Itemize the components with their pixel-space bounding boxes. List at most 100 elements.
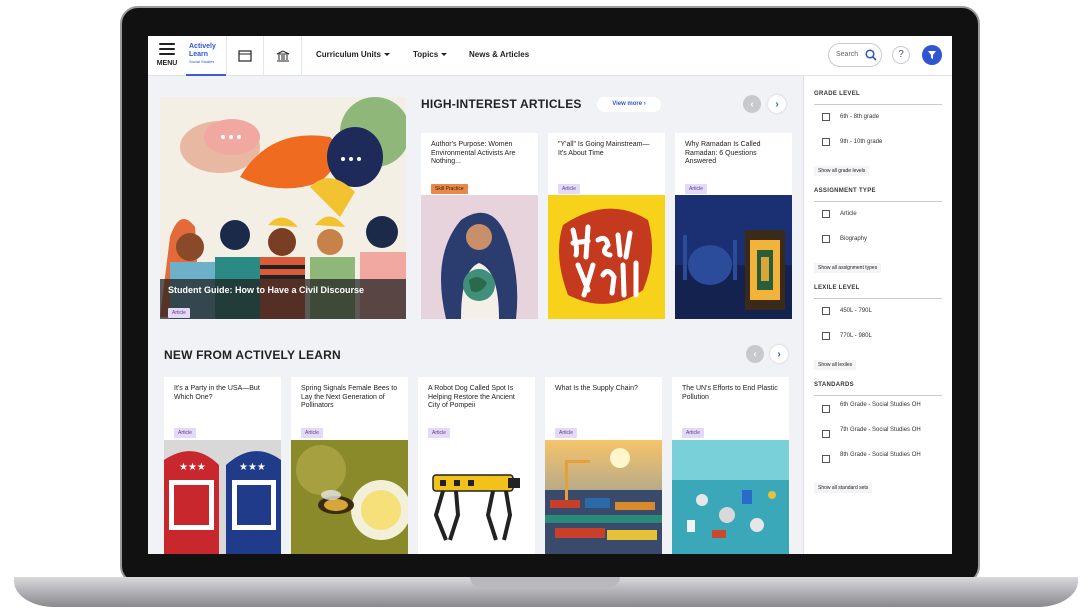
card-image <box>675 195 792 319</box>
nav-topics-label: Topics <box>413 50 439 59</box>
assignment-type-heading: ASSIGNMENT TYPE <box>814 188 876 194</box>
grade-checkbox-1[interactable] <box>822 113 830 121</box>
museum-icon <box>276 50 289 62</box>
new-from-prev-button[interactable]: ‹ <box>746 345 764 363</box>
card-tag: Article <box>428 428 450 438</box>
lexile-option-2[interactable]: 770L - 980L <box>840 333 872 339</box>
card-tag: Article <box>174 428 196 438</box>
help-button[interactable]: ? <box>892 46 910 64</box>
caret-down-icon <box>383 53 390 57</box>
app-screen: MENU Actively Learn Social Studies Curri… <box>148 36 952 554</box>
brand-logo[interactable]: Actively Learn Social Studies <box>186 36 226 76</box>
article-card[interactable]: Author's Purpose: Women Environmental Ac… <box>421 133 538 319</box>
card-image <box>672 440 789 554</box>
standards-heading: STANDARDS <box>814 382 854 388</box>
show-all-lexiles-link[interactable]: Show all lexiles <box>814 360 857 370</box>
svg-text:★★★: ★★★ <box>239 462 266 473</box>
nav-topics[interactable]: Topics <box>413 50 448 59</box>
article-card[interactable]: Why Ramadan Is Called Ramadan: 6 Questio… <box>675 133 792 319</box>
chevron-right-icon: › <box>775 98 779 110</box>
article-card[interactable]: A Robot Dog Called Spot Is Helping Resto… <box>418 377 535 554</box>
high-interest-next-button[interactable]: › <box>768 95 786 113</box>
filter-button[interactable] <box>922 45 942 65</box>
divider <box>814 395 942 396</box>
divider <box>814 201 942 202</box>
card-tag: Article <box>685 184 707 194</box>
view-more-label: View more <box>612 101 643 107</box>
folder-button[interactable] <box>226 36 264 76</box>
article-card[interactable]: It's a Party in the USA—But Which One? A… <box>164 377 281 554</box>
standards-option-2[interactable]: 7th Grade - Social Studies OH <box>840 425 938 435</box>
nav-curriculum-units[interactable]: Curriculum Units <box>316 50 390 59</box>
folder-icon <box>238 50 252 62</box>
hero-caption: Student Guide: How to Have a Civil Disco… <box>160 279 406 319</box>
card-title: It's a Party in the USA—But Which One? <box>174 385 260 401</box>
menu-label: MENU <box>156 60 178 67</box>
card-tag: Article <box>301 428 323 438</box>
hero-card[interactable]: Student Guide: How to Have a Civil Disco… <box>160 97 406 319</box>
card-image <box>291 440 408 554</box>
filter-icon <box>928 51 936 59</box>
top-navbar: MENU Actively Learn Social Studies Curri… <box>148 36 952 76</box>
card-tag: Article <box>558 184 580 194</box>
lexile-option-1[interactable]: 450L - 790L <box>840 308 872 314</box>
grade-option-2[interactable]: 9th - 10th grade <box>840 139 882 145</box>
article-card[interactable]: The UN's Efforts to End Plastic Pollutio… <box>672 377 789 554</box>
card-tag: Article <box>555 428 577 438</box>
article-card[interactable]: What Is the Supply Chain? Article <box>545 377 662 554</box>
card-title: Spring Signals Female Bees to Lay the Ne… <box>301 385 398 409</box>
show-all-standard-sets-link[interactable]: Show all standard sets <box>814 483 873 493</box>
assignment-checkbox-2[interactable] <box>822 235 830 243</box>
library-button[interactable] <box>264 36 302 76</box>
search-box[interactable]: Search <box>828 43 882 67</box>
show-all-assignment-types-link[interactable]: Show all assignment types <box>814 263 882 273</box>
menu-button[interactable]: MENU <box>148 36 186 76</box>
chevron-left-icon: ‹ <box>753 348 757 360</box>
standards-checkbox-3[interactable] <box>822 455 830 463</box>
grade-checkbox-2[interactable] <box>822 138 830 146</box>
filter-sidebar: GRADE LEVEL 6th - 8th grade 9th - 10th g… <box>803 76 952 554</box>
new-from-next-button[interactable]: › <box>770 345 788 363</box>
card-tag: Article <box>682 428 704 438</box>
divider <box>814 104 942 105</box>
lexile-checkbox-1[interactable] <box>822 307 830 315</box>
lexile-checkbox-2[interactable] <box>822 332 830 340</box>
brand-line2: Learn <box>189 51 209 58</box>
article-card[interactable]: Spring Signals Female Bees to Lay the Ne… <box>291 377 408 554</box>
card-title: What Is the Supply Chain? <box>555 385 638 392</box>
chevron-left-icon: ‹ <box>750 98 754 110</box>
laptop-base <box>14 577 1078 607</box>
card-image <box>418 440 535 554</box>
standards-checkbox-1[interactable] <box>822 405 830 413</box>
search-icon[interactable] <box>865 49 877 61</box>
card-tag: Skill Practice <box>431 184 468 194</box>
assignment-option-1[interactable]: Article <box>840 211 857 217</box>
assignment-checkbox-1[interactable] <box>822 210 830 218</box>
card-image <box>548 195 665 319</box>
view-more-button[interactable]: View more › <box>597 97 661 112</box>
show-all-grade-levels-link[interactable]: Show all grade levels <box>814 166 870 176</box>
search-input[interactable]: Search <box>836 51 858 58</box>
assignment-option-2[interactable]: Biography <box>840 236 867 242</box>
standards-option-3[interactable]: 8th Grade - Social Studies OH <box>840 450 938 460</box>
chevron-right-icon: › <box>777 348 781 360</box>
nav-news-articles[interactable]: News & Articles <box>469 50 529 59</box>
high-interest-prev-button[interactable]: ‹ <box>743 95 761 113</box>
svg-text:★★★: ★★★ <box>179 462 206 473</box>
standards-option-1[interactable]: 6th Grade - Social Studies OH <box>840 400 938 410</box>
card-title: The UN's Efforts to End Plastic Pollutio… <box>682 385 778 401</box>
card-title: Why Ramadan Is Called Ramadan: 6 Questio… <box>685 141 761 165</box>
help-icon: ? <box>898 49 904 60</box>
card-title: "Y'all" Is Going Mainstream—It's About T… <box>558 141 650 157</box>
article-card[interactable]: "Y'all" Is Going Mainstream—It's About T… <box>548 133 665 319</box>
brand-sub: Social Studies <box>189 59 215 64</box>
grade-option-1[interactable]: 6th - 8th grade <box>840 114 879 120</box>
brand-line1: Actively <box>189 43 216 50</box>
divider <box>814 298 942 299</box>
hero-title[interactable]: Student Guide: How to Have a Civil Disco… <box>168 285 398 295</box>
card-image <box>545 440 662 554</box>
card-image <box>421 195 538 319</box>
card-title: A Robot Dog Called Spot Is Helping Resto… <box>428 385 515 409</box>
standards-checkbox-2[interactable] <box>822 430 830 438</box>
nav-curriculum-units-label: Curriculum Units <box>316 50 381 59</box>
